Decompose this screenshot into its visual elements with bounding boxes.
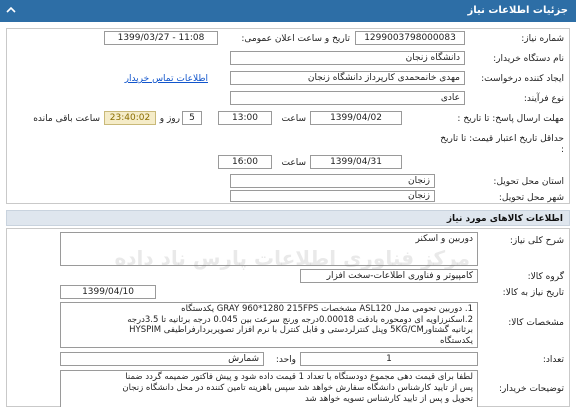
process-type-field: عادی — [230, 91, 465, 105]
chevron-up-icon[interactable] — [6, 5, 16, 15]
deadline-time-label: ساعت — [281, 114, 307, 124]
remaining-time-field: 23:40:02 — [104, 111, 156, 125]
specs-line-4: یکدستگاه — [440, 335, 473, 346]
notes-field: لطفا برای قیمت دهی مجموع دودستگاه با تعد… — [60, 370, 478, 407]
validity-time-label: ساعت — [281, 158, 307, 168]
deadline-label: مهلت ارسال پاسخ: تا تاریخ : — [457, 114, 564, 124]
goods-section-title: اطلاعات کالاهای مورد نیاز — [6, 210, 570, 226]
province-field: زنجان — [230, 174, 435, 188]
qty-field: 1 — [300, 352, 478, 366]
page-header: جزئیات اطلاعات نیاز — [0, 0, 576, 22]
need-date-field: 1399/04/10 — [60, 285, 156, 299]
city-field: زنجان — [230, 190, 435, 202]
city-label: شهر محل تحویل: — [498, 193, 564, 203]
days-label: روز و — [159, 114, 180, 124]
creator-field: مهدی خانمحمدی کارپرداز دانشگاه زنجان — [230, 71, 465, 85]
unit-label: واحد: — [275, 355, 296, 365]
summary-label: شرح کلی نیاز: — [509, 236, 564, 246]
watermark: مرکز فناوری اطلاعات پارس ناد داده — [114, 246, 470, 270]
validity-date-field: 1399/04/31 — [310, 155, 402, 169]
qty-label: تعداد: — [542, 355, 564, 365]
buyer-contact-link[interactable]: اطلاعات تماس خریدار — [100, 74, 208, 84]
remaining-days-field: 5 — [182, 111, 202, 125]
process-type-label: نوع فرآیند: — [523, 94, 564, 104]
notes-line-2: پس از تایید کارشناس دانشگاه سفارش خواهد … — [122, 383, 473, 393]
province-label: استان محل تحویل: — [493, 177, 564, 187]
validity-label: حداقل تاریخ اعتبار قیمت: تا تاریخ : — [440, 134, 564, 155]
notes-label: توضیحات خریدار: — [498, 384, 564, 394]
deadline-time-field: 13:00 — [218, 111, 272, 125]
specs-line-3: برثانیه گشتاور5KG/CM وپنل کنترلردستی و ق… — [129, 325, 473, 335]
notes-line-3: تحویل و پس از تایید کارشناس تسویه خواهد … — [305, 394, 473, 404]
goods-group-field: کامپیوتر و فناوری اطلاعات-سخت افزار — [300, 269, 478, 283]
validity-time-field: 16:00 — [218, 155, 272, 169]
goods-group-label: گروه کالا: — [527, 272, 564, 282]
announce-field: 1399/03/27 - 11:08 — [104, 31, 218, 45]
specs-line-1: 1. دوربین تحومی مدل ASL120 مشخصات GRAY 9… — [181, 304, 473, 314]
specs-label: مشخصات کالا: — [508, 318, 564, 328]
remaining-label: ساعت باقی مانده — [33, 114, 100, 124]
need-number-field: 1299003798000083 — [355, 31, 465, 45]
announce-label: تاریخ و ساعت اعلان عمومی: — [241, 34, 350, 44]
specs-field: 1. دوربین تحومی مدل ASL120 مشخصات GRAY 9… — [60, 302, 478, 348]
page-title: جزئیات اطلاعات نیاز — [467, 5, 568, 16]
need-date-label: تاریخ نیاز به کالا: — [502, 288, 564, 298]
creator-label: ایجاد کننده درخواست: — [481, 74, 564, 84]
deadline-date-field: 1399/04/02 — [310, 111, 402, 125]
buyer-label: نام دستگاه خریدار: — [493, 54, 564, 64]
buyer-field: دانشگاه زنجان — [230, 51, 465, 65]
notes-line-1: لطفا برای قیمت دهی مجموع دودستگاه با تعد… — [125, 372, 473, 382]
specs-line-2: 2.اسکنرزاویه ای دومحوره بادقت 0.00018درج… — [127, 314, 473, 325]
unit-field: شمارش — [60, 352, 264, 366]
need-number-label: شماره نیاز: — [521, 34, 564, 44]
